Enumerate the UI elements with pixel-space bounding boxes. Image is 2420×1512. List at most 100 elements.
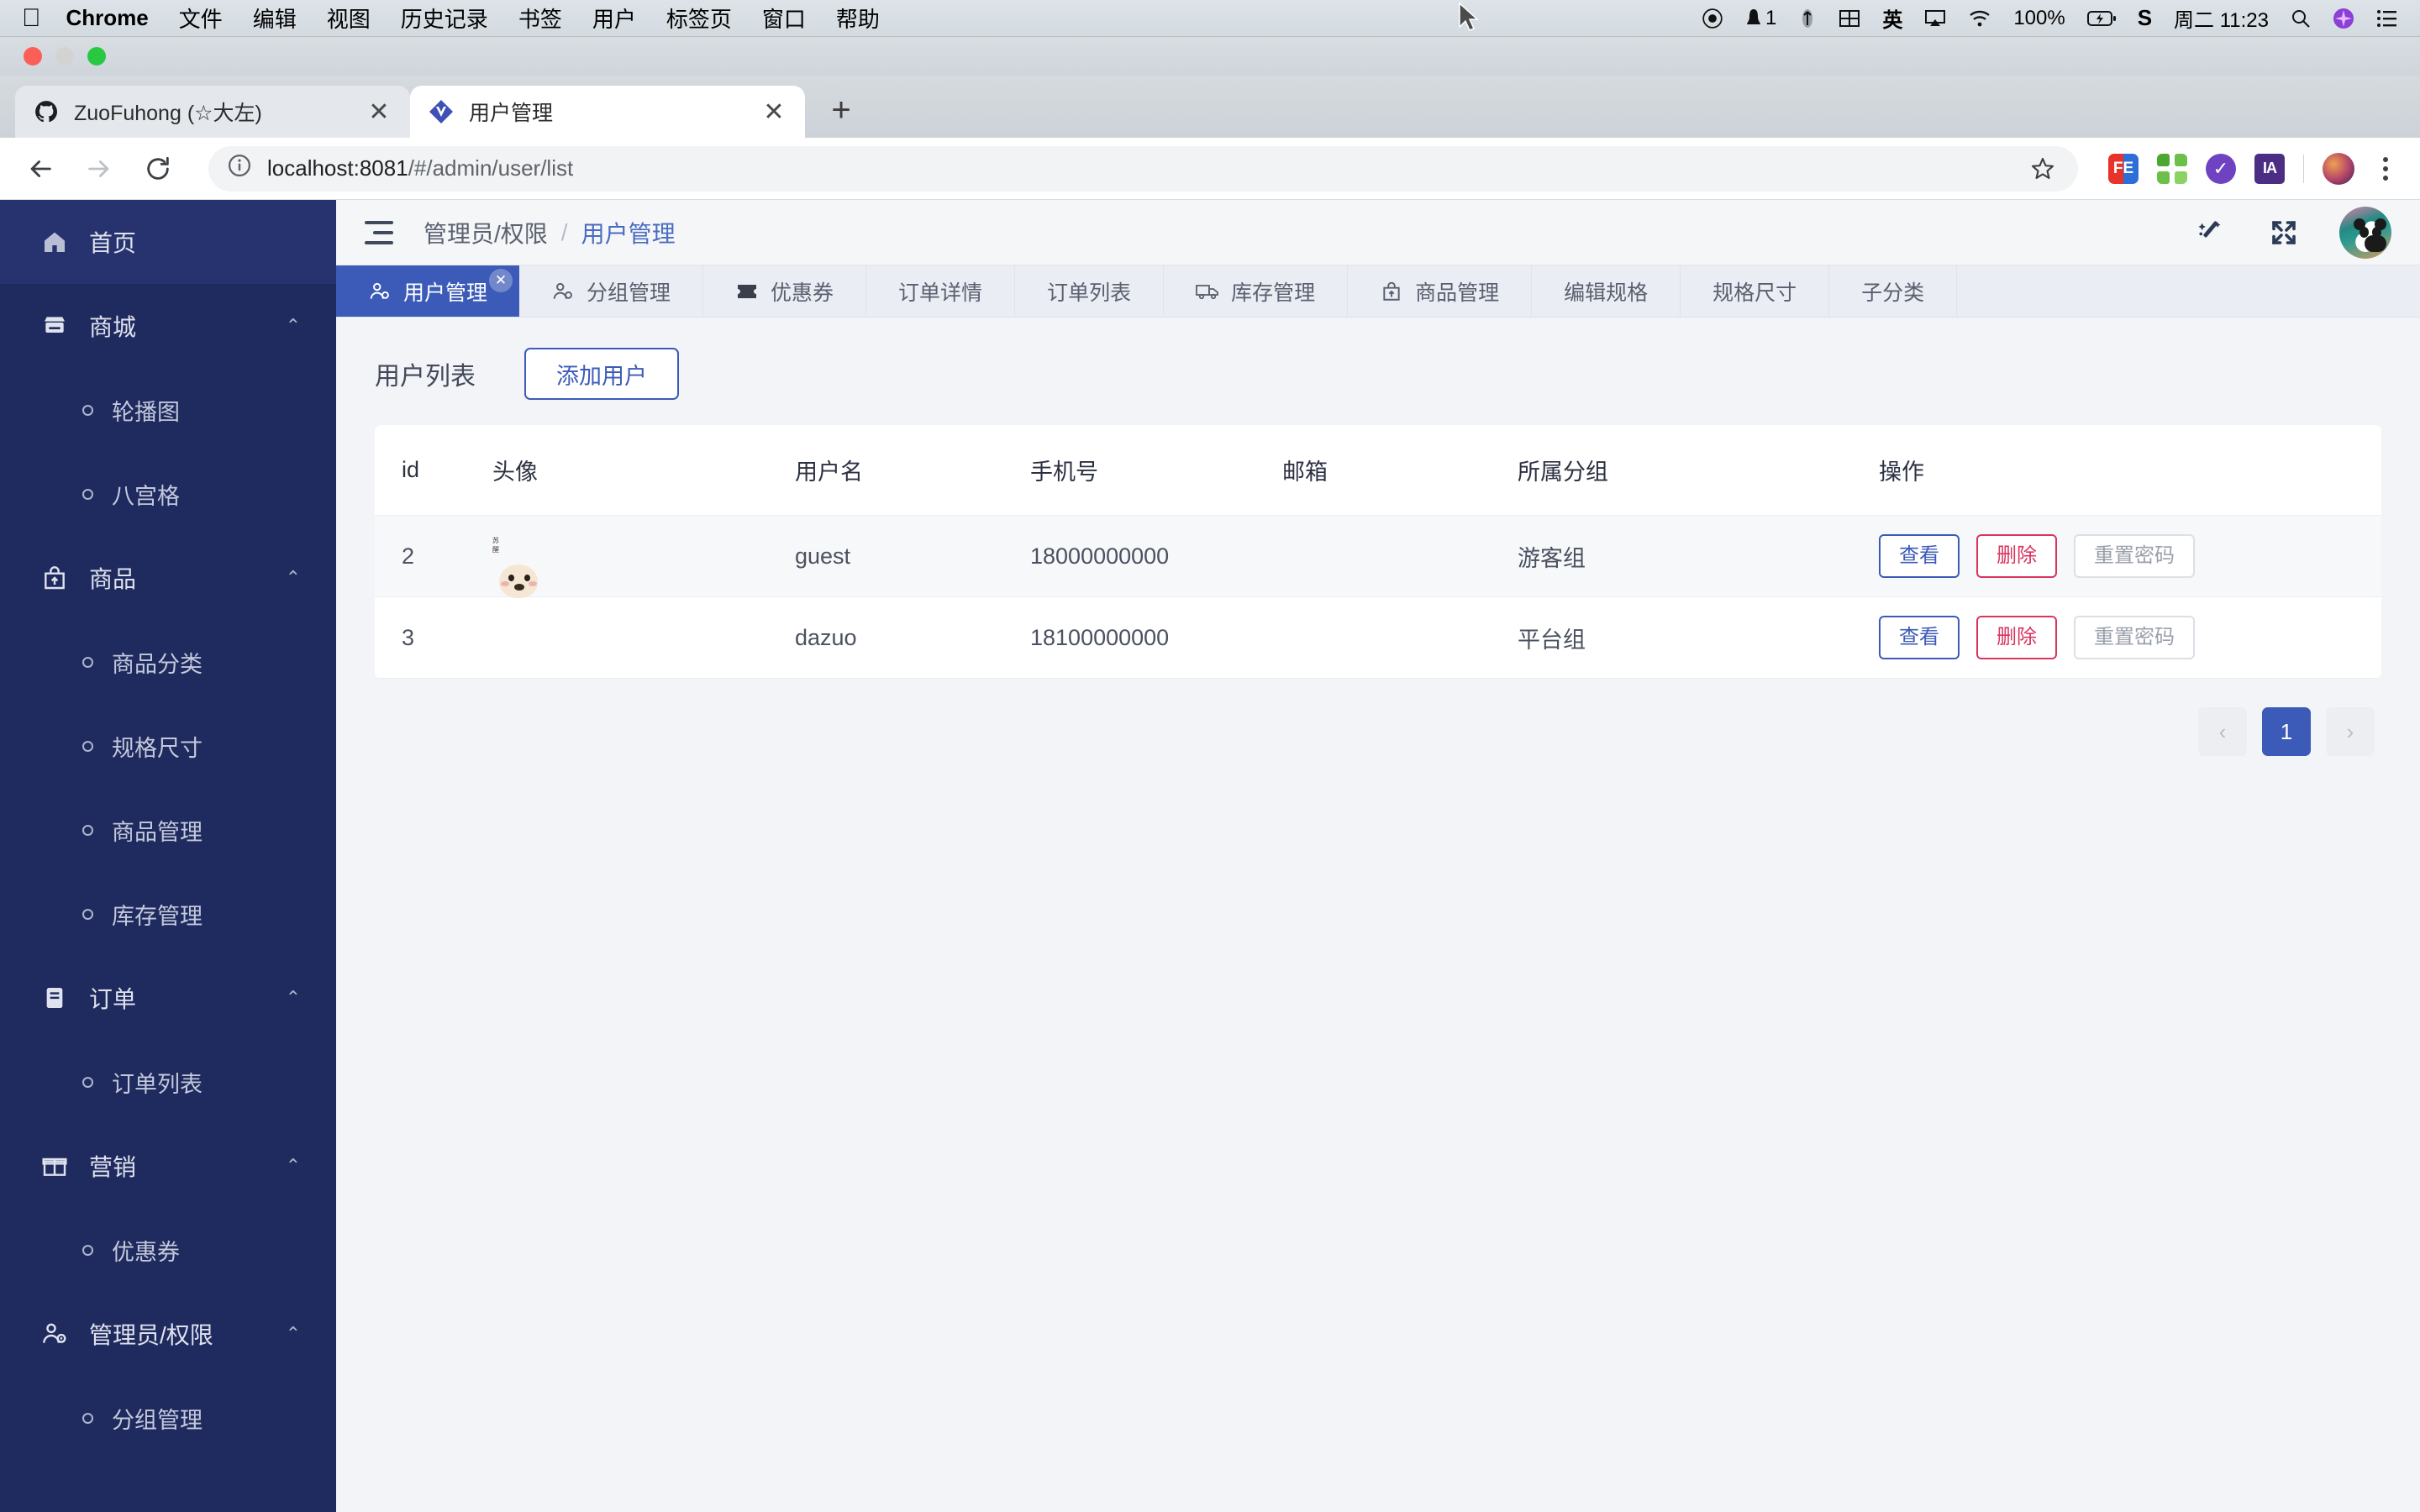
menu-item-profiles[interactable]: 用户 <box>592 3 636 34</box>
reset-password-button[interactable]: 重置密码 <box>2074 534 2195 578</box>
content-area: 用户列表 添加用户 id 头像 用户名 手机号 邮箱 所属分组 操作 2 gue… <box>336 318 2420 1512</box>
chevron-up-icon[interactable]: ⌃ <box>286 1155 301 1177</box>
pagination-next-button[interactable]: › <box>2326 707 2375 756</box>
tab-order-list[interactable]: 订单列表 <box>1015 265 1165 317</box>
sidebar-item-product-management[interactable]: 商品管理 <box>0 788 336 872</box>
tab-label: 商品管理 <box>1415 281 1500 305</box>
airplay-icon[interactable] <box>1924 9 1946 28</box>
site-info-icon[interactable] <box>227 153 252 184</box>
chevron-up-icon[interactable]: ⌃ <box>286 315 301 337</box>
spotlight-search-icon[interactable] <box>2291 8 2311 29</box>
forward-button[interactable] <box>81 150 118 187</box>
chrome-menu-icon[interactable] <box>2373 156 2398 181</box>
pagination-page-1[interactable]: 1 <box>2262 707 2311 756</box>
chevron-up-icon[interactable]: ⌃ <box>286 987 301 1009</box>
browser-tab-user-management[interactable]: 用户管理 ✕ <box>410 86 805 138</box>
sogou-input-icon[interactable]: S <box>2138 5 2152 31</box>
back-button[interactable] <box>22 150 59 187</box>
battery-charging-icon[interactable] <box>2086 10 2116 27</box>
menu-item-help[interactable]: 帮助 <box>836 3 880 34</box>
chevron-up-icon[interactable]: ⌃ <box>286 567 301 589</box>
table-row[interactable]: 3 dazuo 18100000000 平台组 查看 删除 重置密码 <box>375 596 2381 679</box>
sidebar-item-group-management[interactable]: 分组管理 <box>0 1376 336 1460</box>
menu-item-chrome[interactable]: Chrome <box>66 5 149 31</box>
bookmark-star-icon[interactable] <box>2026 152 2060 186</box>
close-icon[interactable]: ✕ <box>366 97 392 127</box>
sidebar-group-orders[interactable]: 订单 ⌃ <box>0 956 336 1040</box>
tab-product-management[interactable]: 商品管理 <box>1348 265 1533 317</box>
sidebar-group-products[interactable]: 商品 ⌃ <box>0 536 336 620</box>
sidebar-group-mall[interactable]: 商城 ⌃ <box>0 284 336 368</box>
check-extension-icon[interactable]: ✓ <box>2206 153 2236 184</box>
browser-tab-github[interactable]: ZuoFuhong (☆大左) ✕ <box>15 86 410 138</box>
delete-button[interactable]: 删除 <box>1976 616 2057 659</box>
sidebar-item-carousel[interactable]: 轮播图 <box>0 368 336 452</box>
new-tab-button[interactable]: + <box>818 87 864 133</box>
maximize-window-button[interactable] <box>87 47 106 66</box>
tab-coupon[interactable]: 优惠券 <box>703 265 867 317</box>
sidebar-item-home[interactable]: 首页 <box>0 200 336 284</box>
menu-item-tabs[interactable]: 标签页 <box>666 3 732 34</box>
app-switch-icon[interactable] <box>1839 8 1860 29</box>
minimize-window-button[interactable] <box>55 47 74 66</box>
control-center-icon[interactable] <box>2376 9 2398 28</box>
magic-wand-icon[interactable] <box>2195 216 2228 249</box>
sidebar-item-label: 规格尺寸 <box>112 735 203 761</box>
cell-email <box>1282 596 1518 679</box>
breadcrumb-current[interactable]: 用户管理 <box>581 216 676 249</box>
sidebar-item-grid[interactable]: 八宫格 <box>0 452 336 536</box>
sidebar-group-marketing[interactable]: 营销 ⌃ <box>0 1124 336 1208</box>
sidebar-item-spec-size[interactable]: 规格尺寸 <box>0 704 336 788</box>
tab-group-management[interactable]: 分组管理 <box>519 265 704 317</box>
reset-password-button[interactable]: 重置密码 <box>2074 616 2195 659</box>
view-button[interactable]: 查看 <box>1879 534 1960 578</box>
collapse-menu-icon[interactable] <box>365 220 393 244</box>
menu-item-bookmarks[interactable]: 书签 <box>518 3 562 34</box>
notification-bell-icon[interactable]: 1 <box>1745 7 1776 30</box>
sidebar-item-coupon[interactable]: 优惠券 <box>0 1208 336 1292</box>
bullet-icon <box>82 1076 93 1088</box>
qr-extension-icon[interactable] <box>2157 153 2187 184</box>
address-bar[interactable]: localhost:8081/#/admin/user/list <box>208 145 2078 192</box>
chevron-up-icon[interactable]: ⌃ <box>286 1323 301 1345</box>
ia-extension-icon[interactable]: IA <box>2254 153 2285 184</box>
fe-extension-icon[interactable]: FE <box>2108 153 2139 184</box>
add-user-button[interactable]: 添加用户 <box>524 348 679 400</box>
bullet-icon <box>82 824 93 836</box>
tab-inventory-management[interactable]: 库存管理 <box>1164 265 1349 317</box>
view-button[interactable]: 查看 <box>1879 616 1960 659</box>
menu-item-view[interactable]: 视图 <box>327 3 371 34</box>
wifi-icon[interactable] <box>1968 9 1991 28</box>
menu-item-history[interactable]: 历史记录 <box>401 3 488 34</box>
menu-item-edit[interactable]: 编辑 <box>253 3 297 34</box>
close-window-button[interactable] <box>24 47 42 66</box>
column-header-group: 所属分组 <box>1518 425 1879 516</box>
record-icon[interactable] <box>1702 8 1723 29</box>
transfer-arrows-icon[interactable] <box>1798 8 1817 29</box>
tab-spec-size[interactable]: 规格尺寸 <box>1681 265 1830 317</box>
sidebar-item-product-category[interactable]: 商品分类 <box>0 620 336 704</box>
siri-icon[interactable] <box>2333 8 2354 29</box>
input-method-icon[interactable]: 英 <box>1882 3 1902 33</box>
close-icon[interactable]: ✕ <box>489 269 513 292</box>
delete-button[interactable]: 删除 <box>1976 534 2057 578</box>
datetime-label[interactable]: 周二 11:23 <box>2174 3 2269 33</box>
reload-button[interactable] <box>139 150 176 187</box>
sidebar-group-admin-permissions[interactable]: 管理员/权限 ⌃ <box>0 1292 336 1376</box>
breadcrumb-parent[interactable]: 管理员/权限 <box>424 216 548 249</box>
profile-avatar[interactable] <box>2323 152 2354 185</box>
tab-order-detail[interactable]: 订单详情 <box>866 265 1016 317</box>
close-icon[interactable]: ✕ <box>761 97 786 127</box>
tab-user-management[interactable]: 用户管理 ✕ <box>336 265 520 317</box>
table-row[interactable]: 2 苏醒 guest 18000000000 <box>375 515 2381 598</box>
tab-edit-spec[interactable]: 编辑规格 <box>1532 265 1681 317</box>
sidebar-item-inventory-management[interactable]: 库存管理 <box>0 872 336 956</box>
pagination-prev-button[interactable]: ‹ <box>2198 707 2247 756</box>
tab-sub-category[interactable]: 子分类 <box>1829 265 1958 317</box>
panda-avatar[interactable] <box>2339 206 2391 259</box>
fullscreen-expand-icon[interactable] <box>2267 216 2301 249</box>
menu-item-window[interactable]: 窗口 <box>762 3 806 34</box>
sidebar-item-order-list[interactable]: 订单列表 <box>0 1040 336 1124</box>
apple-icon[interactable]:  <box>22 5 41 31</box>
menu-item-file[interactable]: 文件 <box>179 3 223 34</box>
